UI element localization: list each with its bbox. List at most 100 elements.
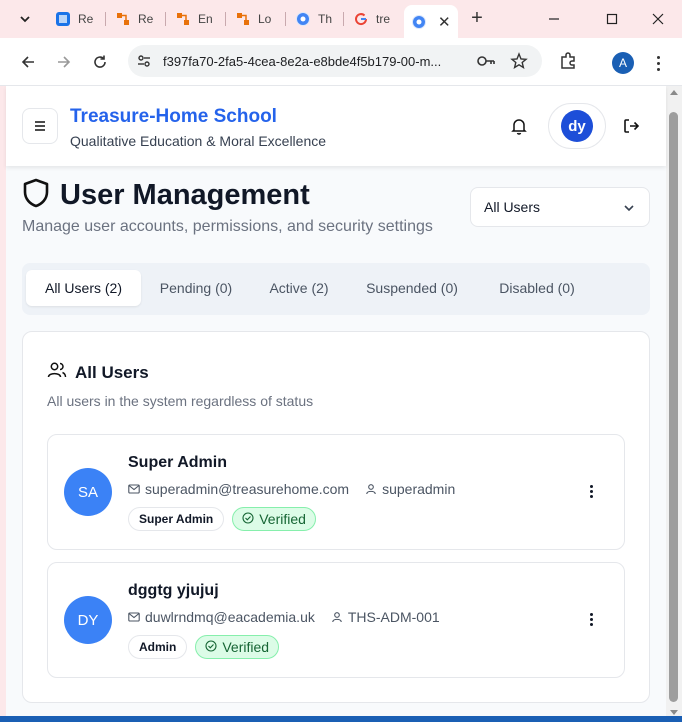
browser-tab-3[interactable]: En <box>168 5 226 33</box>
users-card-header: All Users <box>47 360 149 385</box>
notification-bell-icon[interactable] <box>510 117 528 140</box>
browser-tab-6[interactable]: tre <box>346 5 402 33</box>
user-icon <box>331 611 343 623</box>
status-badge-label: Verified <box>222 639 270 655</box>
status-badge-label: Verified <box>259 511 306 527</box>
user-filter-value: All Users <box>484 199 541 215</box>
tab-disabled[interactable]: Disabled (0) <box>482 270 592 306</box>
browser-tab-label: tre <box>376 12 391 26</box>
user-badges: Admin Verified <box>128 635 280 659</box>
avatar: dy <box>561 110 593 142</box>
password-key-icon[interactable] <box>476 53 496 74</box>
tab-suspended[interactable]: Suspended (0) <box>352 270 472 306</box>
chevron-down-icon <box>623 201 635 217</box>
browser-tab-5[interactable]: Th <box>288 5 344 33</box>
browser-tab-label: Lo <box>258 12 272 26</box>
user-icon <box>365 483 377 495</box>
reload-button[interactable] <box>88 50 112 74</box>
status-tabs: All Users (2) Pending (0) Active (2) Sus… <box>22 263 650 315</box>
user-name: dggtg yjujuj <box>128 582 219 599</box>
browser-tab-active[interactable]: ✕ <box>404 5 458 38</box>
browser-tab-1[interactable]: Re <box>48 5 106 33</box>
maximize-icon <box>606 13 618 25</box>
users-card-description: All users in the system regardless of st… <box>47 393 314 409</box>
reload-icon <box>94 55 106 68</box>
user-avatar: DY <box>64 596 112 644</box>
user-avatar-button[interactable]: dy <box>548 103 606 149</box>
page-viewport: Treasure-Home School Qualitative Educati… <box>0 86 682 722</box>
app-header: Treasure-Home School Qualitative Educati… <box>6 86 666 166</box>
hamburger-icon <box>35 121 45 131</box>
bookmark-star-icon[interactable] <box>510 52 528 75</box>
status-badge: Verified <box>232 507 316 531</box>
user-username: superadmin <box>382 481 456 497</box>
document-icon <box>56 12 70 26</box>
extensions-icon[interactable] <box>558 51 578 76</box>
workflow-icon <box>236 12 250 26</box>
user-name: Super Admin <box>128 454 227 471</box>
browser-tab-4[interactable]: Lo <box>228 5 286 33</box>
page-title: User Management <box>60 179 310 211</box>
arrow-right-icon <box>58 56 71 68</box>
browser-tab-bar: Re Re En Lo Th tre ✕ + <box>0 0 682 38</box>
browser-toolbar: f397fa70-2fa5-4cea-8e2a-e8bde4f5b179-00-… <box>0 38 682 86</box>
address-bar[interactable]: f397fa70-2fa5-4cea-8e2a-e8bde4f5b179-00-… <box>128 45 542 77</box>
site-settings-icon[interactable] <box>136 53 152 74</box>
tab-active[interactable]: Active (2) <box>254 270 344 306</box>
tab-separator <box>225 12 226 26</box>
logout-icon[interactable] <box>622 117 640 140</box>
taskbar-edge <box>0 716 682 722</box>
users-card-title: All Users <box>75 362 149 382</box>
tab-separator <box>285 12 286 26</box>
user-email: superadmin@treasurehome.com <box>145 481 350 497</box>
school-tagline: Qualitative Education & Moral Excellence <box>70 133 327 149</box>
browser-tab-2[interactable]: Re <box>108 5 166 33</box>
browser-menu-icon[interactable] <box>650 52 666 74</box>
browser-tab-label: Re <box>138 12 154 26</box>
shield-icon <box>22 178 50 213</box>
tab-separator <box>105 12 106 26</box>
profile-avatar[interactable]: A <box>612 52 634 74</box>
mail-icon <box>128 611 140 623</box>
users-icon <box>47 360 67 385</box>
close-icon <box>652 13 664 25</box>
user-row: DY dggtg yjujuj duwlrndmq@eacademia.uk T… <box>47 562 625 678</box>
menu-toggle-button[interactable] <box>22 108 58 144</box>
user-filter-select[interactable]: All Users <box>470 187 650 227</box>
tab-all-users[interactable]: All Users (2) <box>26 270 141 306</box>
maximize-button[interactable] <box>600 8 624 30</box>
scroll-up-arrow-icon[interactable] <box>670 90 678 95</box>
tab-pending[interactable]: Pending (0) <box>147 270 245 306</box>
forward-button[interactable] <box>52 50 76 74</box>
new-tab-button[interactable]: + <box>466 8 488 30</box>
main-content: User Management Manage user accounts, pe… <box>6 166 666 722</box>
arrow-left-icon <box>21 56 34 68</box>
user-badges: Super Admin Verified <box>128 507 316 531</box>
google-icon <box>354 12 368 26</box>
tab-separator <box>165 12 166 26</box>
back-button[interactable] <box>16 50 40 74</box>
user-meta: duwlrndmq@eacademia.uk THS-ADM-001 <box>128 609 440 625</box>
check-circle-icon <box>205 639 217 655</box>
browser-tab-label: Th <box>318 12 333 26</box>
minimize-button[interactable] <box>542 8 566 30</box>
mail-icon <box>128 483 140 495</box>
user-actions-menu-icon[interactable] <box>583 611 599 627</box>
users-card: All Users All users in the system regard… <box>22 331 650 703</box>
user-email: duwlrndmq@eacademia.uk <box>145 609 315 625</box>
page-title-row: User Management <box>22 178 310 213</box>
user-row: SA Super Admin superadmin@treasurehome.c… <box>47 434 625 550</box>
user-username: THS-ADM-001 <box>347 609 440 625</box>
user-avatar: SA <box>64 468 112 516</box>
chrome-icon <box>412 14 426 29</box>
user-actions-menu-icon[interactable] <box>583 483 599 499</box>
browser-tab-label: En <box>198 12 213 26</box>
scroll-down-arrow-icon[interactable] <box>670 710 678 715</box>
school-name: Treasure-Home School <box>70 106 277 127</box>
tab-search-button[interactable] <box>12 6 38 32</box>
close-window-button[interactable] <box>646 8 670 30</box>
close-tab-icon[interactable]: ✕ <box>438 13 451 31</box>
scrollbar-thumb[interactable] <box>669 112 678 702</box>
workflow-icon <box>176 12 190 26</box>
minimize-icon <box>549 18 559 20</box>
